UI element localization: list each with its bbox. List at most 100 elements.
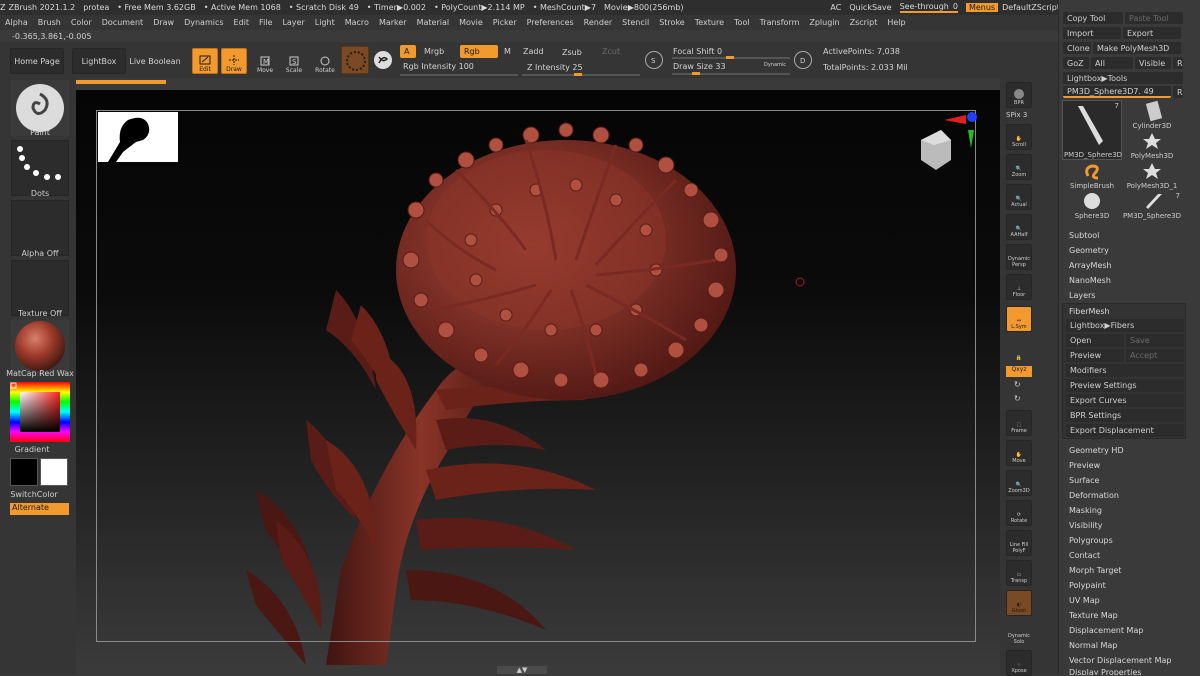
- menu-help[interactable]: Help: [882, 18, 910, 27]
- tool-thumb-sphere3d[interactable]: Sphere3D: [1062, 192, 1122, 220]
- polygroups-section[interactable]: Polygroups: [1067, 534, 1189, 547]
- move-view-button[interactable]: ✋ Move: [1006, 440, 1032, 466]
- menu-color[interactable]: Color: [66, 18, 97, 27]
- menu-render[interactable]: Render: [579, 18, 617, 27]
- menu-dynamics[interactable]: Dynamics: [179, 18, 228, 27]
- menu-preferences[interactable]: Preferences: [522, 18, 579, 27]
- visibility-section[interactable]: Visibility: [1067, 519, 1189, 532]
- transp-button[interactable]: ▭ Transp: [1006, 560, 1032, 586]
- draw-size-slider[interactable]: Draw Size 33: [673, 62, 726, 71]
- alpha-selector[interactable]: [11, 200, 69, 256]
- preview-section[interactable]: Preview: [1067, 459, 1189, 472]
- aahalf-button[interactable]: 🔍 AAHalf: [1006, 214, 1032, 240]
- menu-file[interactable]: File: [254, 18, 277, 27]
- uv-map-section[interactable]: UV Map: [1067, 594, 1189, 607]
- focal-shift-knob[interactable]: [726, 56, 734, 59]
- floor-button[interactable]: ⊥ Floor: [1006, 274, 1032, 300]
- tool-thumb-pm3d-sphere3d-2[interactable]: 7 PM3D_Sphere3D: [1122, 192, 1182, 220]
- morph-target-section[interactable]: Morph Target: [1067, 564, 1189, 577]
- focal-shift-slider[interactable]: Focal Shift 0: [673, 47, 722, 56]
- paste-tool-button[interactable]: Paste Tool: [1125, 12, 1183, 24]
- draw-size-knob[interactable]: [692, 72, 700, 75]
- rotate-z-icon[interactable]: ↻: [1014, 394, 1021, 403]
- surface-section[interactable]: Surface: [1067, 474, 1189, 487]
- copy-tool-button[interactable]: Copy Tool: [1063, 12, 1123, 24]
- draw-button[interactable]: Draw: [221, 48, 247, 74]
- spix-slider[interactable]: SPix 3: [1006, 111, 1032, 119]
- xyz-button[interactable]: Qxyz: [1006, 366, 1032, 377]
- geometry-section[interactable]: Geometry: [1067, 244, 1189, 257]
- rotate-button[interactable]: Rotate: [312, 48, 338, 74]
- solo-button[interactable]: Dynamic Solo: [1006, 620, 1032, 646]
- material-swatch-button[interactable]: [341, 46, 369, 74]
- navigator-thumbnail[interactable]: [98, 112, 178, 162]
- zcut-toggle[interactable]: Zcut: [602, 47, 620, 56]
- see-through-slider[interactable]: See-through 0: [899, 2, 958, 13]
- menus-button[interactable]: Menus: [965, 3, 999, 12]
- menu-document[interactable]: Document: [97, 18, 148, 27]
- bpr-settings-subsection[interactable]: BPR Settings: [1066, 409, 1184, 422]
- rotate-view-button[interactable]: ⟳ Rotate: [1006, 500, 1032, 526]
- texture-selector[interactable]: [11, 260, 69, 316]
- m-toggle[interactable]: M: [504, 47, 511, 56]
- lightbox-button[interactable]: LightBox: [72, 48, 126, 74]
- make-polymesh-button[interactable]: Make PolyMesh3D: [1093, 42, 1181, 54]
- lsym-button[interactable]: ↔ L.Sym: [1006, 306, 1032, 332]
- menu-tool[interactable]: Tool: [729, 18, 755, 27]
- import-button[interactable]: Import: [1063, 27, 1121, 39]
- scroll-arrows[interactable]: ▲▼: [497, 666, 547, 674]
- fibermesh-save-button[interactable]: Save: [1126, 334, 1184, 347]
- scale-button[interactable]: S Scale: [281, 48, 307, 74]
- xpose-button[interactable]: ⁘ Xpose: [1006, 650, 1032, 676]
- zsub-toggle[interactable]: Zsub: [562, 48, 582, 57]
- gradient-toggle[interactable]: Gradient: [0, 445, 72, 454]
- stroke-brush-button[interactable]: [374, 51, 392, 69]
- menu-material[interactable]: Material: [412, 18, 455, 27]
- geometry-hd-section[interactable]: Geometry HD: [1067, 444, 1189, 457]
- z-intensity-slider[interactable]: Z Intensity 25: [527, 63, 583, 72]
- tool-thumb-polymesh3d-1[interactable]: PolyMesh3D_1: [1122, 162, 1182, 190]
- orientation-gizmo-icon[interactable]: [906, 110, 981, 180]
- stroke-selector[interactable]: [11, 140, 69, 196]
- rgb-toggle[interactable]: Rgb: [460, 45, 498, 58]
- tool-thumb-simplebrush[interactable]: SimpleBrush: [1062, 162, 1122, 190]
- current-tool-slider[interactable]: PM3D_Sphere3D7. 49: [1063, 86, 1171, 98]
- export-displacement-subsection[interactable]: Export Displacement: [1066, 424, 1184, 437]
- move-button[interactable]: M Move: [252, 48, 278, 74]
- layers-section[interactable]: Layers: [1067, 289, 1189, 302]
- main-color-swatch[interactable]: [10, 458, 38, 486]
- lightbox-fibers-button[interactable]: Lightbox▶Fibers: [1066, 319, 1184, 332]
- menu-picker[interactable]: Picker: [488, 18, 522, 27]
- nanomesh-section[interactable]: NanoMesh: [1067, 274, 1189, 287]
- menu-light[interactable]: Light: [310, 18, 340, 27]
- home-page-button[interactable]: Home Page: [10, 48, 64, 74]
- menu-stencil[interactable]: Stencil: [617, 18, 654, 27]
- zadd-toggle[interactable]: Zadd: [523, 47, 544, 56]
- menu-texture[interactable]: Texture: [690, 18, 729, 27]
- goz-button[interactable]: GoZ: [1063, 57, 1089, 69]
- material-selector[interactable]: [11, 320, 69, 376]
- rgb-intensity-track[interactable]: [400, 74, 518, 76]
- polyf-button[interactable]: Line Fill PolyF: [1006, 530, 1032, 556]
- z-intensity-knob[interactable]: [574, 73, 582, 76]
- tool-thumb-pm3d-sphere3d[interactable]: 7 PM3D_Sphere3D: [1062, 100, 1122, 160]
- menu-draw[interactable]: Draw: [148, 18, 179, 27]
- frame-button[interactable]: ⬚ Frame: [1006, 410, 1032, 436]
- color-picker[interactable]: [10, 382, 70, 442]
- alternate-toggle[interactable]: Alternate: [10, 503, 69, 515]
- export-button[interactable]: Export: [1123, 27, 1181, 39]
- normal-map-section[interactable]: Normal Map: [1067, 639, 1189, 652]
- actual-button[interactable]: 🔍 Actual: [1006, 184, 1032, 210]
- ghost-button[interactable]: ◐ Ghost: [1006, 590, 1032, 616]
- quicksave-button[interactable]: QuickSave: [849, 3, 891, 12]
- rotate-y-icon[interactable]: ↻: [1014, 380, 1021, 389]
- menu-alpha[interactable]: Alpha: [0, 18, 33, 27]
- polypaint-section[interactable]: Polypaint: [1067, 579, 1189, 592]
- dynamic-toggle[interactable]: Dynamic: [764, 62, 786, 68]
- menu-zplugin[interactable]: Zplugin: [804, 18, 844, 27]
- menu-transform[interactable]: Transform: [755, 18, 805, 27]
- fibermesh-open-button[interactable]: Open: [1066, 334, 1124, 347]
- subtool-section[interactable]: Subtool: [1067, 229, 1189, 242]
- menu-zscript[interactable]: Zscript: [845, 18, 883, 27]
- menu-marker[interactable]: Marker: [374, 18, 412, 27]
